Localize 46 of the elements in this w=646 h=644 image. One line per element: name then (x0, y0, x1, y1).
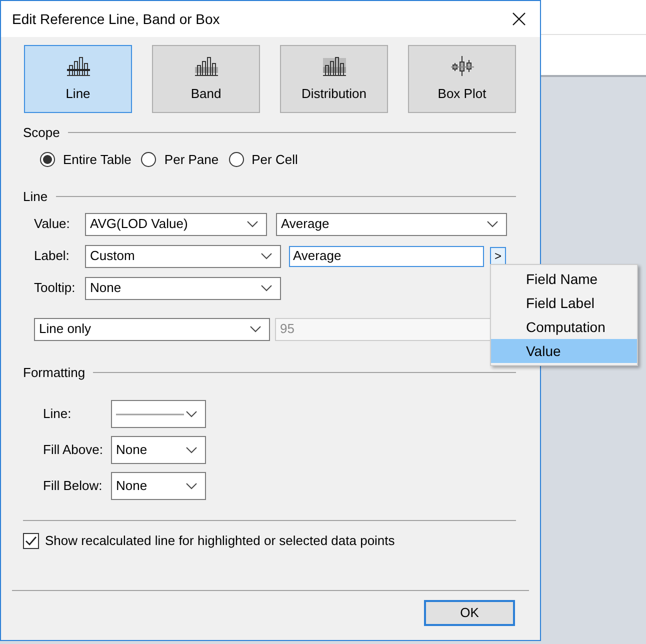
type-button[interactable]: Distribution (280, 45, 388, 113)
chevron-icon (186, 482, 197, 490)
chevron-icon (261, 252, 272, 260)
tooltip-select[interactable]: None (85, 276, 281, 300)
fill-above-label: Fill Above: (43, 441, 104, 460)
bar-chart-distribution-icon (320, 54, 348, 77)
line-style-label: Line: (43, 405, 72, 424)
chevron-icon (186, 410, 197, 418)
menu-item[interactable]: Field Name (491, 267, 637, 291)
fill-above-select[interactable]: None (111, 436, 206, 464)
section-title: Line (23, 188, 48, 206)
chevron-icon (487, 220, 498, 228)
chevron-icon (261, 284, 272, 292)
chevron-icon (250, 326, 261, 332)
label-input[interactable]: Average (289, 246, 484, 266)
line-style-icon (116, 412, 184, 416)
section-title: Formatting (23, 364, 86, 382)
bar-chart-line-icon (64, 54, 92, 77)
box-plot-icon (448, 54, 476, 77)
line-style-select[interactable] (111, 400, 206, 428)
menu-item[interactable]: Field Label (491, 291, 637, 315)
value-label: Value: (34, 215, 71, 234)
window-title: Edit Reference Line, Band or Box (12, 10, 220, 28)
type-button[interactable]: Box Plot (408, 45, 516, 113)
value-select[interactable]: AVG(LOD Value) (85, 212, 267, 236)
scope-radio[interactable]: Entire Table (40, 150, 132, 169)
scope-radio[interactable]: Per Pane (141, 150, 219, 169)
tooltip-label: Tooltip: (34, 279, 76, 298)
display-select[interactable]: Line only (34, 318, 270, 340)
section-title: Scope (23, 124, 60, 142)
aggregation-select[interactable]: Average (276, 212, 507, 236)
close-icon[interactable] (512, 12, 526, 26)
fill-below-select[interactable]: None (111, 472, 206, 500)
fill-below-label: Fill Below: (43, 477, 104, 496)
chevron-icon (186, 446, 197, 454)
label-select[interactable]: Custom (85, 244, 281, 268)
menu-item[interactable]: Value (491, 339, 637, 363)
ok-button[interactable]: OK (424, 600, 515, 626)
bar-chart-band-icon (192, 54, 220, 77)
label-label: Label: (34, 247, 70, 266)
recalc-checkbox[interactable]: Show recalculated line for highlighted or selected data points (23, 521, 540, 550)
type-button[interactable]: Line (24, 45, 132, 113)
scope-radio[interactable]: Per Cell (228, 150, 298, 169)
insert-button[interactable]: > (490, 247, 506, 265)
chevron-icon (247, 220, 258, 228)
type-button[interactable]: Band (152, 45, 260, 113)
